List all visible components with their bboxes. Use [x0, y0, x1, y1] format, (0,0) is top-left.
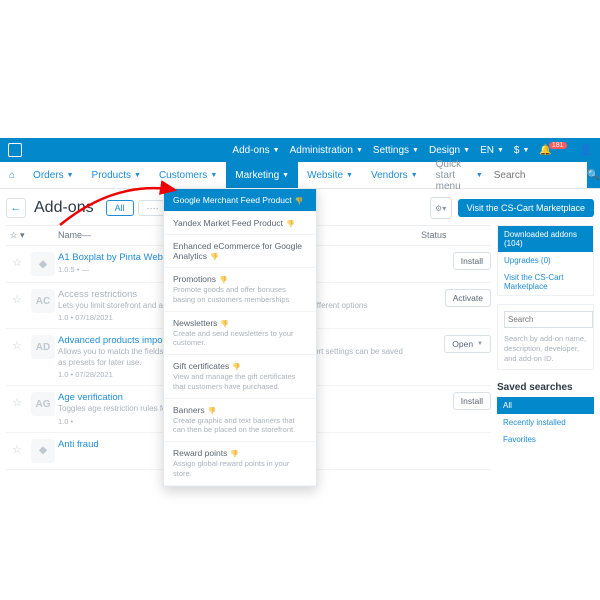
nav-orders[interactable]: Orders▼	[24, 162, 83, 188]
star-toggle[interactable]: ☆	[6, 392, 28, 409]
main-nav: ⌂ Orders▼ Products▼ Customers▼ Marketing…	[0, 162, 600, 189]
star-toggle[interactable]: ☆	[6, 439, 28, 456]
visit-marketplace-button[interactable]: Visit the CS-Cart Marketplace	[458, 199, 594, 217]
search-button[interactable]: 🔍	[587, 162, 600, 188]
downloaded-panel: Downloaded addons (104) Upgrades (0) Vis…	[497, 225, 594, 296]
page-title: Add-ons	[34, 199, 94, 217]
topbar-design[interactable]: Design▼	[429, 145, 470, 156]
topbar-administration[interactable]: Administration▼	[290, 145, 363, 156]
dropdown-sub: View and manage the gift certificates th…	[173, 372, 307, 392]
topbar-notifications[interactable]: 🔔181	[539, 145, 569, 156]
addon-icon: AG	[28, 392, 58, 416]
nav-search	[492, 162, 587, 188]
topbar-settings[interactable]: Settings▼	[373, 145, 419, 156]
dropdown-item[interactable]: Google Merchant Feed Product👎	[164, 189, 316, 212]
addon-icon: ◆	[28, 252, 58, 276]
saved-all[interactable]: All	[497, 397, 594, 414]
addon-action-button[interactable]: Activate	[445, 289, 491, 307]
nav-products[interactable]: Products▼	[83, 162, 150, 188]
search-input[interactable]	[492, 169, 581, 182]
dropdown-sub: Create graphic and text banners that can…	[173, 416, 307, 436]
thumb-icon: 👎	[295, 198, 304, 205]
star-toggle[interactable]: ☆	[6, 252, 28, 269]
addon-action-button[interactable]: Install	[453, 392, 491, 410]
topbar-addons[interactable]: Add-ons▼	[232, 145, 279, 156]
nav-home[interactable]: ⌂	[0, 162, 24, 188]
cart-icon[interactable]	[8, 143, 22, 157]
home-icon: ⌂	[9, 170, 15, 181]
thumb-icon: 👎	[210, 254, 219, 261]
upgrades-link[interactable]: Upgrades (0)	[498, 252, 593, 269]
nav-customers[interactable]: Customers▼	[150, 162, 226, 188]
nav-vendors[interactable]: Vendors▼	[362, 162, 427, 188]
addon-action-button[interactable]: Open▼	[444, 335, 491, 353]
dropdown-item[interactable]: Gift certificates👎View and manage the gi…	[164, 355, 316, 399]
star-icon[interactable]: ☆ ▾	[6, 230, 28, 241]
notif-badge: 181	[549, 142, 567, 149]
star-toggle[interactable]: ☆	[6, 289, 28, 306]
saved-searches-list: All Recently installed Favorites	[497, 397, 594, 448]
addon-icon: AC	[28, 289, 58, 313]
dropdown-item[interactable]: Newsletters👎Create and send newsletters …	[164, 312, 316, 356]
app-top-bar: Add-ons▼ Administration▼ Settings▼ Desig…	[0, 138, 600, 162]
dropdown-item[interactable]: Promotions👎Promote goods and offer bonus…	[164, 268, 316, 312]
topbar-language[interactable]: EN▼	[480, 145, 504, 156]
gear-icon: ⚙	[435, 204, 442, 213]
saved-favorites[interactable]: Favorites	[497, 431, 594, 448]
star-toggle[interactable]: ☆	[6, 335, 28, 352]
thumb-icon: 👎	[220, 321, 229, 328]
sidebar: Downloaded addons (104) Upgrades (0) Vis…	[497, 225, 594, 456]
dropdown-item[interactable]: Enhanced eCommerce for Google Analytics👎	[164, 235, 316, 268]
saved-searches-title: Saved searches	[497, 378, 594, 397]
gear-button[interactable]: ⚙ ▾	[430, 197, 452, 219]
quick-start-menu[interactable]: Quick start menu▼	[427, 162, 492, 188]
dropdown-sub: Create and send newsletters to your cust…	[173, 329, 307, 349]
thumb-icon: 👎	[219, 277, 228, 284]
nav-website[interactable]: Website▼	[298, 162, 362, 188]
saved-recent[interactable]: Recently installed	[497, 414, 594, 431]
dropdown-item[interactable]: Banners👎Create graphic and text banners …	[164, 399, 316, 443]
filter-all[interactable]: All	[106, 200, 134, 216]
sidebar-search-input[interactable]	[504, 311, 593, 328]
dropdown-sub: Assign global reward points in your stor…	[173, 459, 307, 479]
dropdown-item[interactable]: Yandex Market Feed Product👎	[164, 212, 316, 235]
search-help-text: Search by add-on name, description, deve…	[498, 334, 593, 369]
topbar-currency[interactable]: $▼	[514, 145, 530, 156]
dropdown-sub: Promote goods and offer bonuses basing o…	[173, 285, 307, 305]
thumb-icon: 👎	[230, 451, 239, 458]
search-panel: Search by add-on name, description, deve…	[497, 304, 594, 370]
col-status: Status	[421, 230, 491, 241]
addon-icon: ◆	[28, 439, 58, 463]
back-button[interactable]: ←	[6, 198, 26, 218]
addon-action-button[interactable]: Install	[453, 252, 491, 270]
search-icon: 🔍	[587, 170, 599, 181]
marketing-dropdown: Google Merchant Feed Product👎Yandex Mark…	[163, 188, 317, 487]
downloaded-header: Downloaded addons (104)	[498, 226, 593, 252]
nav-marketing[interactable]: Marketing▼	[226, 162, 298, 188]
dropdown-item[interactable]: Reward points👎Assign global reward point…	[164, 442, 316, 486]
visit-marketplace-link[interactable]: Visit the CS-Cart Marketplace	[498, 269, 593, 295]
addon-icon: AD	[28, 335, 58, 359]
topbar-user[interactable]: 👤	[580, 145, 592, 156]
thumb-icon: 👎	[232, 364, 241, 371]
thumb-icon: 👎	[286, 221, 295, 228]
thumb-icon: 👎	[208, 408, 217, 415]
